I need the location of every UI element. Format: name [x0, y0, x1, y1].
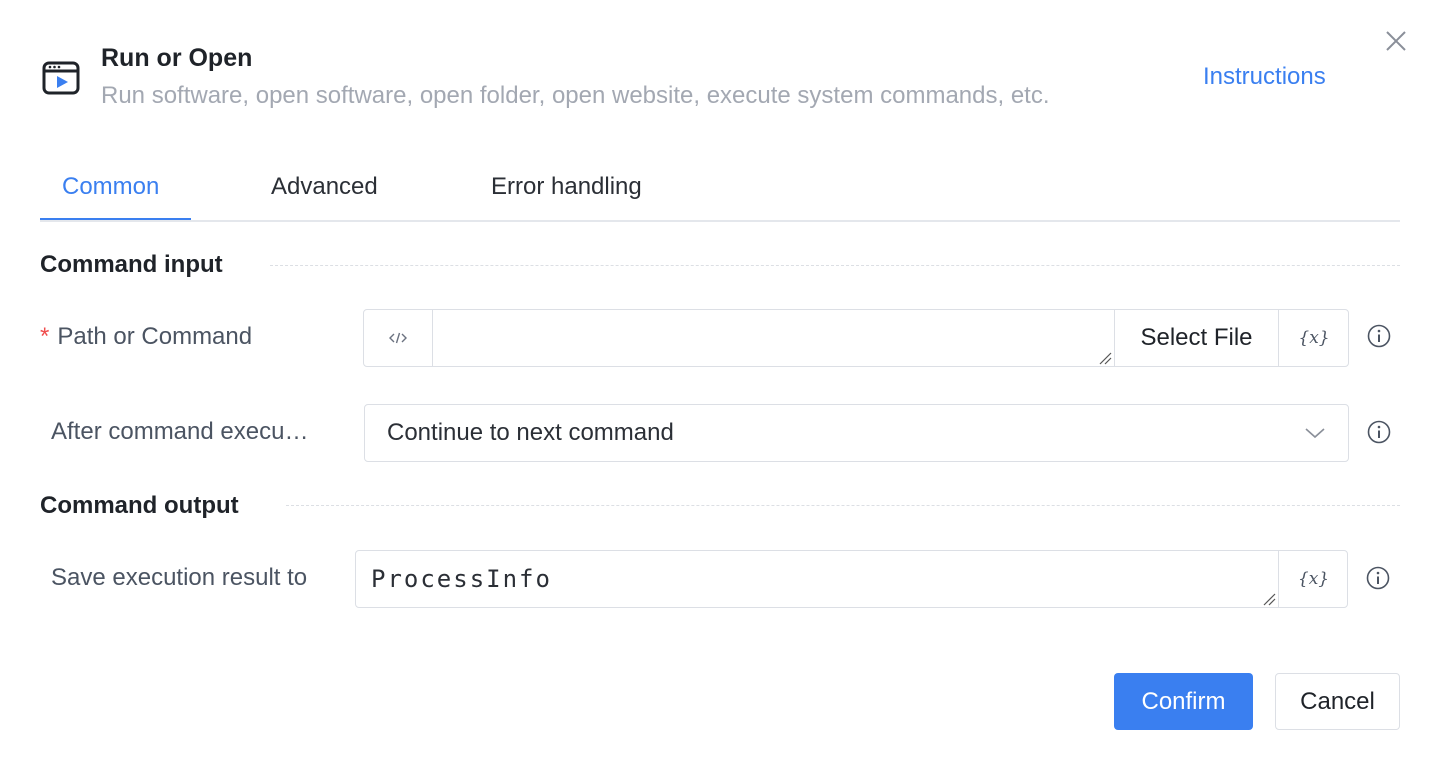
- tab-advanced[interactable]: Advanced: [271, 170, 378, 204]
- cancel-button[interactable]: Cancel: [1275, 673, 1400, 730]
- dialog-title: Run or Open: [101, 44, 253, 72]
- after-execution-value: Continue to next command: [387, 419, 674, 446]
- save-result-input-group: ProcessInfo {x}: [355, 550, 1348, 608]
- variable-icon: {x}: [1297, 569, 1330, 589]
- info-icon[interactable]: [1367, 420, 1391, 444]
- section-divider: [270, 265, 1400, 266]
- chevron-down-icon: [1305, 428, 1325, 439]
- path-variable-button[interactable]: {x}: [1279, 310, 1349, 366]
- dialog-subtitle: Run software, open software, open folder…: [101, 82, 1050, 109]
- section-title-command-input: Command input: [40, 251, 223, 278]
- section-title-command-output: Command output: [40, 492, 239, 519]
- code-mode-button[interactable]: [364, 310, 432, 366]
- tab-error-handling[interactable]: Error handling: [491, 170, 642, 204]
- info-icon[interactable]: [1367, 324, 1391, 348]
- tab-bar: Common Advanced Error handling: [40, 160, 1400, 222]
- path-field-label: * Path or Command: [40, 321, 252, 353]
- tab-common[interactable]: Common: [62, 170, 159, 204]
- after-execution-label: After command execu…: [51, 418, 309, 445]
- confirm-button[interactable]: Confirm: [1114, 673, 1253, 730]
- variable-icon: {x}: [1298, 328, 1330, 348]
- save-result-label: Save execution result to: [51, 564, 308, 591]
- instructions-link[interactable]: Instructions: [1203, 61, 1326, 93]
- run-or-open-dialog: Run or Open Run software, open software,…: [0, 0, 1440, 770]
- resize-handle-icon[interactable]: [1262, 592, 1276, 606]
- save-result-value: ProcessInfo: [371, 565, 552, 593]
- close-icon[interactable]: [1381, 26, 1411, 56]
- code-icon: [389, 332, 407, 344]
- required-mark: *: [40, 323, 50, 350]
- save-result-input[interactable]: ProcessInfo: [356, 551, 1278, 607]
- active-tab-indicator: [40, 218, 191, 220]
- path-label-text: Path or Command: [57, 323, 253, 350]
- path-input[interactable]: [433, 310, 1114, 366]
- select-file-button[interactable]: Select File: [1115, 310, 1278, 366]
- info-icon[interactable]: [1366, 566, 1390, 590]
- after-execution-select[interactable]: Continue to next command: [364, 404, 1349, 462]
- window-play-icon: [42, 61, 80, 95]
- path-input-group: Select File {x}: [363, 309, 1349, 367]
- section-divider: [286, 505, 1400, 506]
- resize-handle-icon[interactable]: [1098, 351, 1112, 365]
- save-variable-button[interactable]: {x}: [1279, 551, 1348, 607]
